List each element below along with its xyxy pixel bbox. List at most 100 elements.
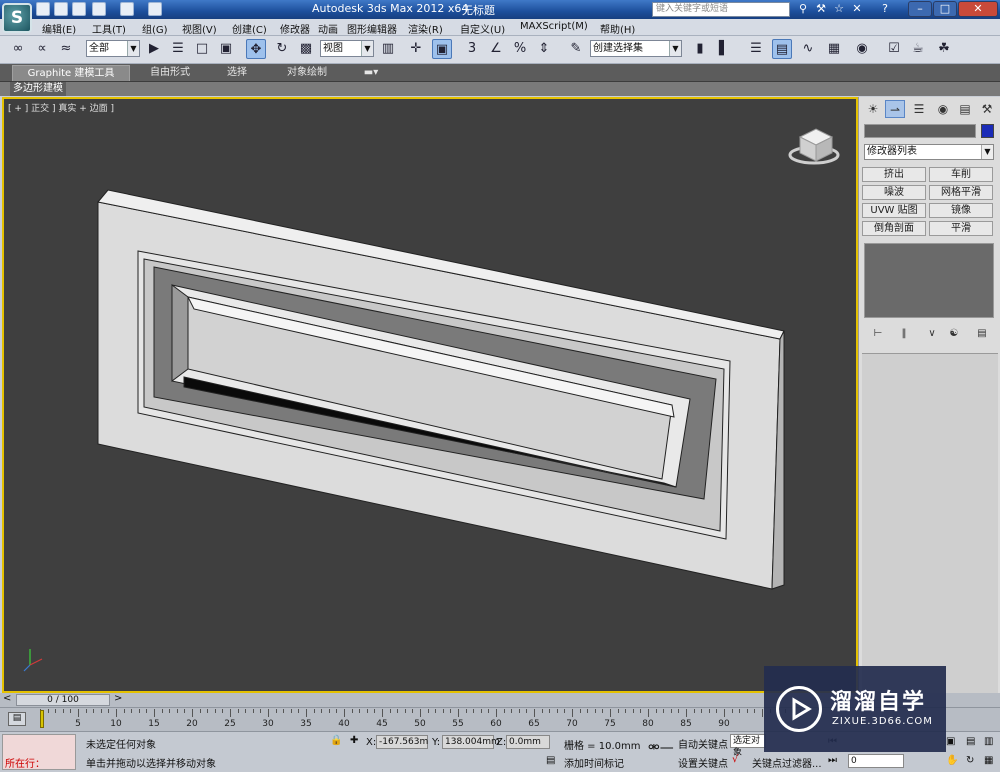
tab-graphite-modeling[interactable]: Graphite 建模工具 bbox=[12, 65, 130, 81]
pan-view-icon[interactable]: ✋ bbox=[946, 755, 958, 766]
render-production-icon[interactable]: ☘ bbox=[934, 39, 954, 59]
modify-tab-icon[interactable]: ⇀ bbox=[885, 100, 905, 118]
auto-key-label[interactable]: 自动关键点 bbox=[678, 736, 728, 751]
make-unique-icon[interactable]: ∨ bbox=[923, 327, 941, 341]
snaps-toggle-icon[interactable]: 3 bbox=[462, 39, 482, 59]
binoculars-icon[interactable]: ⚲ bbox=[796, 2, 810, 16]
current-frame-marker[interactable] bbox=[40, 710, 44, 728]
link-icon[interactable]: ∞ bbox=[8, 39, 28, 59]
unlink-icon[interactable]: ∝ bbox=[32, 39, 52, 59]
menu-customize[interactable]: 自定义(U) bbox=[460, 21, 505, 36]
render-setup-icon[interactable]: ☑ bbox=[884, 39, 904, 59]
ribbon-options-icon[interactable]: ▬▾ bbox=[360, 65, 382, 81]
edit-named-selection-icon[interactable]: ✎ bbox=[566, 39, 586, 59]
percent-snap-icon[interactable]: % bbox=[510, 39, 530, 59]
menu-graph-editors[interactable]: 图形编辑器 bbox=[347, 21, 397, 36]
zoom-extents-icon[interactable]: ▣ bbox=[946, 736, 955, 747]
select-and-move-icon[interactable]: ✥ bbox=[246, 39, 266, 59]
lock-selection-icon[interactable]: 🔒 bbox=[330, 735, 342, 746]
curve-editor-icon[interactable]: ∿ bbox=[798, 39, 818, 59]
selected-set-dropdown[interactable]: 选定对象 bbox=[730, 734, 766, 758]
menu-edit[interactable]: 编辑(E) bbox=[42, 21, 76, 36]
spinner-snap-icon[interactable]: ⇕ bbox=[534, 39, 554, 59]
angle-snap-icon[interactable]: ∠ bbox=[486, 39, 506, 59]
z-coordinate-field[interactable]: 0.0mm bbox=[506, 735, 550, 749]
menu-maxscript[interactable]: MAXScript(M) bbox=[520, 21, 588, 32]
tab-selection[interactable]: 选择 bbox=[214, 65, 260, 81]
menu-animation[interactable]: 动画 bbox=[318, 21, 338, 36]
menu-help[interactable]: 帮助(H) bbox=[600, 21, 635, 36]
menu-modifiers[interactable]: 修改器 bbox=[280, 21, 310, 36]
app-logo-icon[interactable]: S bbox=[2, 3, 32, 33]
menu-create[interactable]: 创建(C) bbox=[232, 21, 267, 36]
frame-mesh-object[interactable] bbox=[97, 189, 785, 590]
key-filters-button[interactable]: 关键点过滤器... bbox=[752, 755, 822, 770]
selection-filter-dropdown[interactable]: 全部 ▼ bbox=[86, 40, 140, 57]
utilities-tab-icon[interactable]: ⚒ bbox=[977, 100, 997, 118]
window-crossing-icon[interactable]: ▣ bbox=[216, 39, 236, 59]
y-coordinate-field[interactable]: 138.004mm bbox=[442, 735, 500, 749]
select-by-name-icon[interactable]: ☰ bbox=[168, 39, 188, 59]
polygon-modeling-label[interactable]: 多边形建模 bbox=[10, 82, 66, 96]
favorites-icon[interactable]: ☆ bbox=[832, 2, 846, 16]
object-name-field[interactable] bbox=[864, 124, 976, 138]
maximize-viewport-icon[interactable]: ▦ bbox=[984, 755, 993, 766]
chevron-right-icon[interactable]: > bbox=[114, 693, 122, 704]
bevel-profile-button[interactable]: 倒角剖面 bbox=[862, 221, 926, 236]
rectangular-selection-icon[interactable]: □ bbox=[192, 39, 212, 59]
set-key-label[interactable]: 设置关键点 bbox=[678, 755, 728, 770]
meshsmooth-button[interactable]: 网格平滑 bbox=[929, 185, 993, 200]
smooth-button[interactable]: 平滑 bbox=[929, 221, 993, 236]
viewcube-icon[interactable] bbox=[788, 128, 840, 165]
named-selection-dropdown[interactable]: 创建选择集 ▼ bbox=[590, 40, 682, 57]
select-and-manipulate-icon[interactable]: ✛ bbox=[406, 39, 426, 59]
uvw-map-button[interactable]: UVW 贴图 bbox=[862, 203, 926, 218]
perspective-viewport[interactable]: [ + ] 正交 ] 真实 + 边面 ] bbox=[2, 97, 858, 693]
align-icon[interactable]: ▌ bbox=[714, 39, 734, 59]
orbit-icon[interactable]: ↻ bbox=[966, 755, 974, 766]
hierarchy-tab-icon[interactable]: ☰ bbox=[909, 100, 929, 118]
close-help-icon[interactable]: ✕ bbox=[850, 2, 864, 16]
field-of-view-icon[interactable]: ▥ bbox=[984, 736, 993, 747]
material-editor-icon[interactable]: ◉ bbox=[852, 39, 872, 59]
motion-tab-icon[interactable]: ◉ bbox=[933, 100, 953, 118]
x-coordinate-field[interactable]: -167.563m bbox=[376, 735, 428, 749]
key-icon[interactable]: ⚮— bbox=[648, 740, 674, 756]
select-and-scale-icon[interactable]: ▩ bbox=[296, 39, 316, 59]
current-frame-field[interactable]: 0 bbox=[848, 754, 904, 768]
display-tab-icon[interactable]: ▤ bbox=[955, 100, 975, 118]
mirror-icon[interactable]: ▮ bbox=[690, 39, 710, 59]
key-mode-icon[interactable]: ⏭ bbox=[828, 755, 837, 766]
undo-icon[interactable] bbox=[92, 2, 106, 16]
add-time-tag[interactable]: 添加时间标记 bbox=[564, 755, 624, 770]
minimize-button[interactable]: – bbox=[908, 1, 932, 17]
reference-coordinate-dropdown[interactable]: 视图 ▼ bbox=[320, 40, 374, 57]
open-file-icon[interactable] bbox=[54, 2, 68, 16]
modifier-stack[interactable] bbox=[864, 243, 994, 318]
menu-views[interactable]: 视图(V) bbox=[182, 21, 217, 36]
keyboard-shortcut-override-icon[interactable]: ▣ bbox=[432, 39, 452, 59]
select-and-rotate-icon[interactable]: ↻ bbox=[272, 39, 292, 59]
mini-curve-editor-icon[interactable]: ▤ bbox=[8, 712, 26, 726]
mirror-button[interactable]: 镜像 bbox=[929, 203, 993, 218]
configure-modifier-sets-icon[interactable]: ▤ bbox=[973, 327, 991, 341]
menu-rendering[interactable]: 渲染(R) bbox=[408, 21, 443, 36]
select-object-icon[interactable]: ▶ bbox=[144, 39, 164, 59]
search-input[interactable]: 键入关键字或短语 bbox=[652, 2, 790, 17]
quick-access-dropdown-icon[interactable] bbox=[148, 2, 162, 16]
graphite-toggle-icon[interactable]: ▤ bbox=[772, 39, 792, 59]
pin-stack-icon[interactable]: ⊢ bbox=[869, 327, 887, 341]
set-key-icon[interactable]: √ bbox=[732, 754, 738, 765]
show-end-result-icon[interactable]: ‖ bbox=[895, 327, 913, 341]
tools-icon[interactable]: ⚒ bbox=[814, 2, 828, 16]
layer-manager-icon[interactable]: ☰ bbox=[746, 39, 766, 59]
time-tag-icon[interactable]: ▤ bbox=[546, 755, 555, 766]
create-tab-icon[interactable]: ☀ bbox=[863, 100, 883, 118]
time-slider[interactable]: 0 / 100 bbox=[16, 694, 110, 706]
tab-freeform[interactable]: 自由形式 bbox=[140, 65, 200, 81]
schematic-view-icon[interactable]: ▦ bbox=[824, 39, 844, 59]
help-icon[interactable]: ? bbox=[878, 2, 892, 16]
bind-space-warp-icon[interactable]: ≈ bbox=[56, 39, 76, 59]
object-color-swatch[interactable] bbox=[981, 124, 994, 138]
rendered-frame-window-icon[interactable]: ☕ bbox=[908, 39, 928, 59]
